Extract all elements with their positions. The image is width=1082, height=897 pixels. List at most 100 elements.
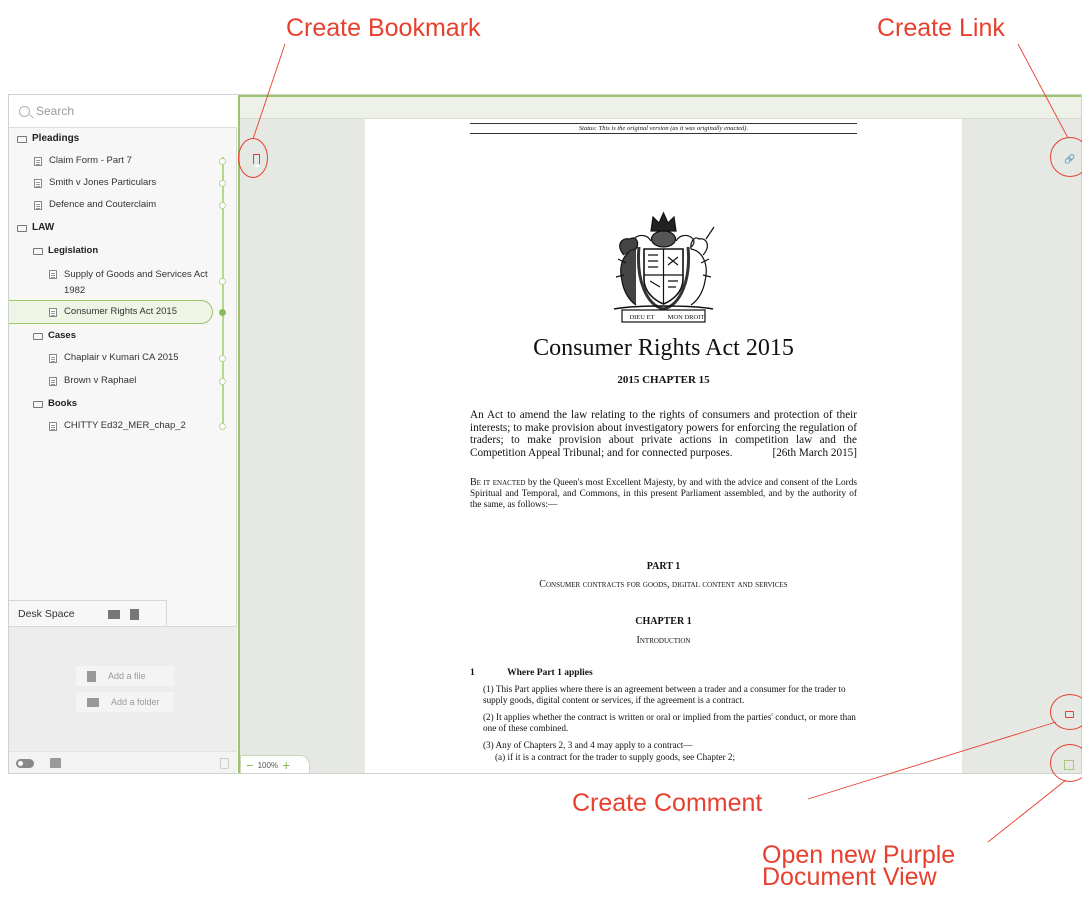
- document-icon: [49, 421, 57, 431]
- annotation-open-purple-view: Open new Purple Document View: [762, 841, 956, 891]
- status-line: Status: This is the original version (as…: [470, 123, 857, 134]
- app-window: Search Pleadings Claim Form - Part 7 Smi…: [8, 94, 1082, 774]
- folder-icon: [17, 135, 27, 143]
- desk-space-tab[interactable]: Desk Space: [9, 600, 167, 627]
- tree-item-consumer-rights-act[interactable]: Consumer Rights Act 2015: [9, 301, 237, 323]
- timeline-dot[interactable]: [219, 278, 226, 285]
- chapter-heading: CHAPTER 1: [635, 616, 692, 627]
- zoom-in-button[interactable]: +: [282, 757, 290, 773]
- motto-right: MON DROIT: [668, 314, 705, 321]
- enacting-text: by the Queen's most Excellent Majesty, b…: [470, 478, 857, 510]
- part-heading: PART 1: [646, 561, 681, 572]
- desk-space-panel: Add a file Add a folder: [9, 626, 237, 751]
- annotation-ring-purple-view: [1050, 744, 1082, 782]
- section-title: Where Part 1 applies: [507, 668, 593, 678]
- folder-cases[interactable]: Cases: [9, 325, 237, 347]
- toggle-switch[interactable]: [16, 759, 34, 768]
- document-icon: [49, 270, 57, 279]
- tree-item-label: Supply of Goods and Services Act 1982: [64, 269, 208, 296]
- timeline-dot[interactable]: [219, 180, 226, 187]
- folder-icon: [33, 247, 43, 255]
- add-file-label: Add a file: [108, 671, 146, 681]
- subsection-3: (3) Any of Chapters 2, 3 and 4 may apply…: [483, 740, 693, 750]
- tree-item-label: CHITTY Ed32_MER_chap_2: [64, 420, 186, 431]
- timeline-dot[interactable]: [219, 158, 226, 165]
- search-icon: [19, 105, 30, 117]
- document-icon[interactable]: [129, 608, 139, 620]
- timeline-dot[interactable]: [219, 423, 226, 430]
- screenshot: Create Bookmark Create Link Create Comme…: [0, 0, 1082, 897]
- document-icon: [34, 200, 42, 210]
- tree-item-chitty[interactable]: CHITTY Ed32_MER_chap_2: [9, 415, 237, 437]
- enacting-lead: Be it enacted: [470, 477, 526, 488]
- long-title: An Act to amend the law relating to the …: [470, 409, 857, 459]
- desk-space-title: Desk Space: [18, 608, 75, 620]
- section-number: 1: [470, 668, 475, 678]
- document-chapter: 2015 CHAPTER 15: [617, 374, 710, 386]
- folder-label: Cases: [48, 330, 76, 341]
- add-file-button[interactable]: Add a file: [76, 666, 174, 686]
- timeline-dot[interactable]: [219, 355, 226, 362]
- tree-item-label: Consumer Rights Act 2015: [64, 306, 178, 317]
- document-icon: [34, 178, 42, 188]
- document-viewer: 🔗 Status: This is the original version (…: [238, 95, 1081, 773]
- sidebar: Search Pleadings Claim Form - Part 7 Smi…: [9, 95, 237, 773]
- annotation-create-comment: Create Comment: [572, 789, 763, 817]
- folder-books[interactable]: Books: [9, 393, 237, 415]
- document-icon: [49, 353, 57, 363]
- tree-item-supply-of-goods[interactable]: Supply of Goods and Services Act 1982: [9, 263, 237, 299]
- document-page: Status: This is the original version (as…: [365, 119, 962, 773]
- folder-pleadings[interactable]: Pleadings: [9, 128, 237, 150]
- part-title: Consumer contracts for goods, digital co…: [539, 579, 788, 590]
- folder-label: LAW: [32, 222, 55, 233]
- search-placeholder: Search: [36, 104, 75, 118]
- tree-item-chaplair[interactable]: Chaplair v Kumari CA 2015: [9, 347, 237, 369]
- document-icon: [34, 156, 42, 166]
- subsection-1: (1) This Part applies where there is an …: [483, 684, 846, 705]
- tree-item-smith-v-jones[interactable]: Smith v Jones Particulars: [9, 172, 237, 194]
- printer-icon[interactable]: [50, 758, 61, 768]
- timeline-dot-selected[interactable]: [219, 309, 226, 316]
- folder-icon: [87, 697, 99, 707]
- document-title: Consumer Rights Act 2015: [533, 335, 794, 361]
- zoom-out-button[interactable]: −: [246, 758, 254, 773]
- section-heading: 1 Where Part 1 applies: [470, 668, 593, 678]
- tree-item-claim-form[interactable]: Claim Form - Part 7: [9, 150, 237, 172]
- folder-icon: [33, 400, 43, 408]
- folder-icon: [17, 224, 27, 232]
- folder-label: Books: [48, 398, 78, 409]
- annotation-create-bookmark: Create Bookmark: [286, 14, 481, 42]
- subsection-3a: (a) if it is a contract for the trader t…: [495, 752, 736, 762]
- search-input[interactable]: Search: [9, 95, 237, 128]
- folder-label: Pleadings: [32, 133, 80, 144]
- sidebar-footer: [9, 751, 237, 773]
- document-icon: [49, 307, 57, 317]
- chapter-title: Introduction: [636, 635, 691, 646]
- folder-law[interactable]: LAW: [9, 217, 237, 239]
- folder-legislation[interactable]: Legislation: [9, 240, 237, 262]
- subsection-2: (2) It applies whether the contract is w…: [483, 712, 856, 733]
- tree-item-label: Smith v Jones Particulars: [49, 177, 157, 188]
- tree-item-defence[interactable]: Defence and Couterclaim: [9, 194, 237, 216]
- timeline-dot[interactable]: [219, 202, 226, 209]
- folder-icon[interactable]: [107, 609, 120, 619]
- enacting-formula: Be it enacted by the Queen's most Excell…: [470, 477, 857, 511]
- timeline-dot[interactable]: [219, 378, 226, 385]
- tree-item-brown-v-raphael[interactable]: Brown v Raphael: [9, 370, 237, 392]
- add-folder-button[interactable]: Add a folder: [76, 692, 174, 712]
- tree-item-label: Chaplair v Kumari CA 2015: [64, 352, 179, 363]
- document-icon: [87, 670, 96, 682]
- motto-left: DIEU ET: [629, 314, 654, 321]
- trash-icon[interactable]: [220, 758, 229, 769]
- royal-assent-date: [26th March 2015]: [772, 446, 857, 459]
- viewer-toolbar: [240, 97, 1081, 119]
- annotation-ring-comment: [1050, 694, 1082, 730]
- royal-coat-of-arms-icon: DIEU ET MON DROIT: [613, 211, 715, 323]
- folder-icon: [33, 332, 43, 340]
- tree-item-label: Defence and Couterclaim: [49, 199, 157, 210]
- add-folder-label: Add a folder: [111, 697, 160, 707]
- annotation-create-link: Create Link: [877, 14, 1005, 42]
- folder-label: Legislation: [48, 245, 99, 256]
- zoom-level: 100%: [257, 760, 279, 770]
- document-icon: [49, 376, 57, 386]
